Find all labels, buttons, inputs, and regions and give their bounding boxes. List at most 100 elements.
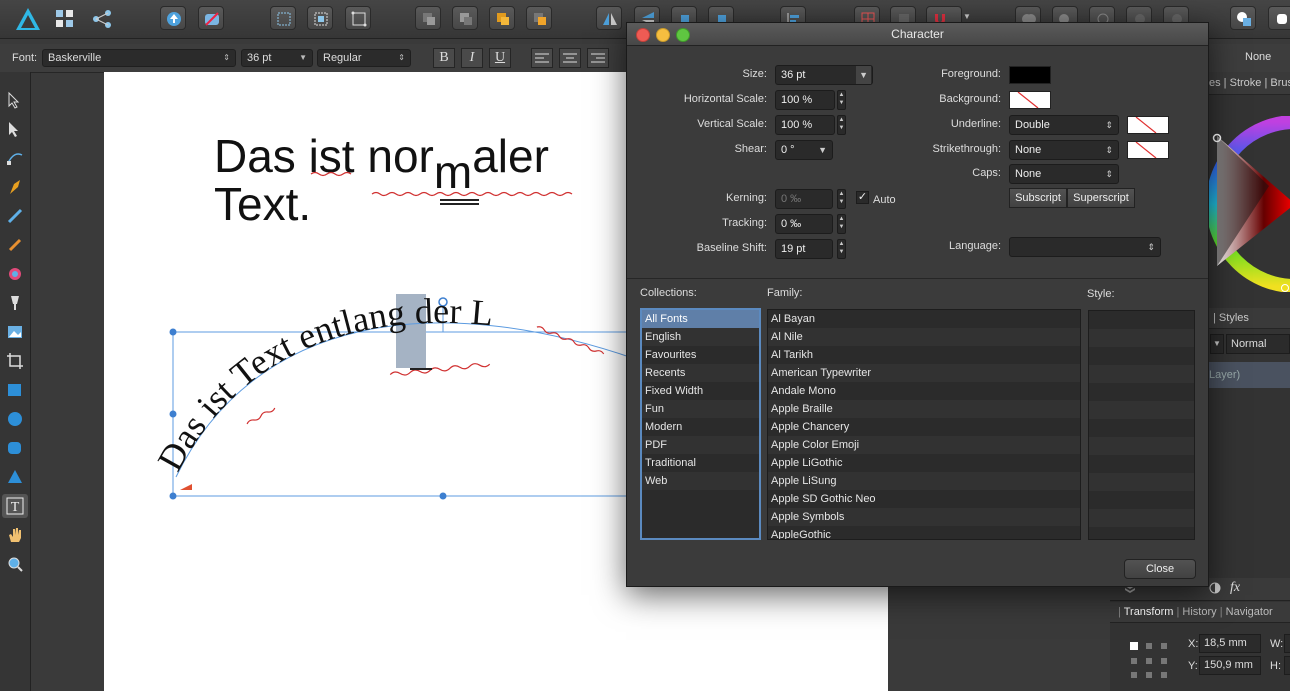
list-item[interactable]: American Typewriter [768, 364, 1080, 382]
layer-row[interactable]: Layer) [1209, 362, 1290, 388]
flip-horizontal-button[interactable] [596, 6, 622, 30]
list-item[interactable]: Apple Color Emoji [768, 436, 1080, 454]
list-item[interactable]: Recents [642, 364, 759, 382]
panel-toggle-2-button[interactable] [1268, 6, 1290, 30]
list-item[interactable]: Apple Symbols [768, 508, 1080, 526]
artistic-text-tool-icon[interactable]: T [2, 494, 28, 518]
tab-brush[interactable]: Brush [1270, 77, 1290, 89]
list-item[interactable]: AppleGothic [768, 526, 1080, 539]
underline-select[interactable]: Double ⇕ [1009, 115, 1119, 135]
vertical-scale-stepper[interactable]: ▲ ▼ [837, 115, 846, 135]
size-select[interactable]: 36 pt ▼ [775, 65, 873, 85]
tracking-field[interactable]: 0 ‰ [775, 214, 833, 234]
list-item[interactable]: Apple Chancery [768, 418, 1080, 436]
font-style-select[interactable]: Regular ⇕ [317, 49, 411, 67]
list-item[interactable]: Apple LiSung [768, 472, 1080, 490]
bold-button[interactable]: B [433, 48, 455, 68]
ellipse-tool-icon[interactable] [2, 407, 28, 431]
tab-transform[interactable]: Transform [1124, 606, 1174, 618]
horizontal-scale-stepper[interactable]: ▲ ▼ [837, 90, 846, 110]
crop-tool-icon[interactable] [2, 349, 28, 373]
collections-list[interactable]: All Fonts English Favourites Recents Fix… [640, 308, 761, 540]
fill-tool-icon[interactable] [2, 262, 28, 286]
tab-navigator[interactable]: Navigator [1226, 606, 1273, 618]
triangle-tool-icon[interactable] [2, 465, 28, 489]
tab-styles[interactable]: Styles [1219, 312, 1249, 324]
share-button[interactable] [160, 6, 186, 30]
right-context-select[interactable]: None [1212, 49, 1290, 67]
list-item[interactable]: Traditional [642, 454, 759, 472]
list-item[interactable]: All Fonts [642, 310, 759, 328]
list-item[interactable]: Web [642, 472, 759, 490]
strikethrough-select[interactable]: None ⇕ [1009, 140, 1119, 160]
arrange-back-button[interactable] [415, 6, 441, 30]
minimize-window-icon[interactable] [656, 28, 670, 42]
superscript-button[interactable]: Superscript [1067, 188, 1135, 208]
assistant-button[interactable] [198, 6, 224, 30]
transparency-tool-icon[interactable] [2, 291, 28, 315]
close-window-icon[interactable] [636, 28, 650, 42]
list-item[interactable]: Fun [642, 400, 759, 418]
list-item[interactable]: Modern [642, 418, 759, 436]
tab-stroke[interactable]: Stroke [1230, 77, 1262, 89]
list-item[interactable]: Al Nile [768, 328, 1080, 346]
pencil-tool-icon[interactable] [2, 204, 28, 228]
list-item[interactable]: English [642, 328, 759, 346]
underline-button[interactable]: U [489, 48, 511, 68]
move-tool-icon[interactable] [2, 88, 28, 112]
caps-select[interactable]: None ⇕ [1009, 164, 1119, 184]
italic-button[interactable]: I [461, 48, 483, 68]
kerning-field[interactable]: 0 ‰ [775, 189, 833, 209]
panel-toggle-button[interactable] [1230, 6, 1256, 30]
family-list[interactable]: Al Bayan Al Nile Al Tarikh American Type… [767, 309, 1081, 540]
normal-text-line2[interactable]: Text. [214, 178, 311, 230]
place-image-tool-icon[interactable] [2, 320, 28, 344]
zoom-tool-icon[interactable] [2, 552, 28, 576]
height-field[interactable] [1284, 656, 1290, 675]
select-inverse-button[interactable] [307, 6, 333, 30]
corner-tool-icon[interactable] [2, 146, 28, 170]
width-field[interactable] [1284, 634, 1290, 653]
arrange-backward-button[interactable] [452, 6, 478, 30]
chevron-down-icon[interactable]: ▼ [1210, 334, 1224, 354]
auto-kerning-checkbox[interactable]: ✓ [856, 191, 869, 204]
node-tool-icon[interactable] [2, 117, 28, 141]
font-size-select[interactable]: 36 pt ▼ [241, 49, 313, 67]
vertical-scale-field[interactable]: 100 % [775, 115, 835, 135]
style-list[interactable] [1088, 310, 1195, 540]
x-position-field[interactable]: 18,5 mm [1199, 634, 1261, 653]
align-left-button[interactable] [531, 48, 553, 68]
transform-button[interactable] [345, 6, 371, 30]
underline-color-swatch[interactable] [1127, 116, 1169, 134]
tracking-stepper[interactable]: ▲ ▼ [837, 214, 846, 234]
list-item[interactable]: Apple Braille [768, 400, 1080, 418]
arrange-forward-button[interactable] [489, 6, 515, 30]
strikethrough-color-swatch[interactable] [1127, 141, 1169, 159]
curved-text[interactable]: Das ist Text entlang der L [150, 291, 495, 477]
brush-tool-icon[interactable] [2, 233, 28, 257]
horizontal-scale-field[interactable]: 100 % [775, 90, 835, 110]
adjustment-icon[interactable] [1209, 582, 1221, 594]
arrange-front-button[interactable] [526, 6, 552, 30]
baseline-shift-stepper[interactable]: ▲ ▼ [837, 239, 846, 259]
language-select[interactable]: ⇕ [1009, 237, 1161, 257]
list-item[interactable]: Al Bayan [768, 310, 1080, 328]
baseline-shift-field[interactable]: 19 pt [775, 239, 833, 259]
close-button[interactable]: Close [1124, 559, 1196, 579]
foreground-color-swatch[interactable] [1009, 66, 1051, 84]
color-picker-handle-icon[interactable] [1281, 284, 1289, 292]
list-item[interactable]: Al Tarikh [768, 346, 1080, 364]
fx-icon[interactable]: fx [1230, 580, 1240, 596]
pen-tool-icon[interactable] [2, 175, 28, 199]
tab-swatches[interactable]: es [1209, 77, 1221, 89]
align-right-button[interactable] [587, 48, 609, 68]
list-item[interactable]: Fixed Width [642, 382, 759, 400]
dialog-titlebar[interactable]: Character [627, 23, 1208, 46]
hand-tool-icon[interactable] [2, 523, 28, 547]
list-item[interactable]: Apple SD Gothic Neo [768, 490, 1080, 508]
app-logo-icon[interactable] [14, 6, 42, 32]
persona-pixel-icon[interactable] [54, 8, 76, 30]
list-item[interactable]: Andale Mono [768, 382, 1080, 400]
blend-mode-select[interactable]: Normal [1226, 334, 1290, 354]
rounded-rectangle-tool-icon[interactable] [2, 436, 28, 460]
